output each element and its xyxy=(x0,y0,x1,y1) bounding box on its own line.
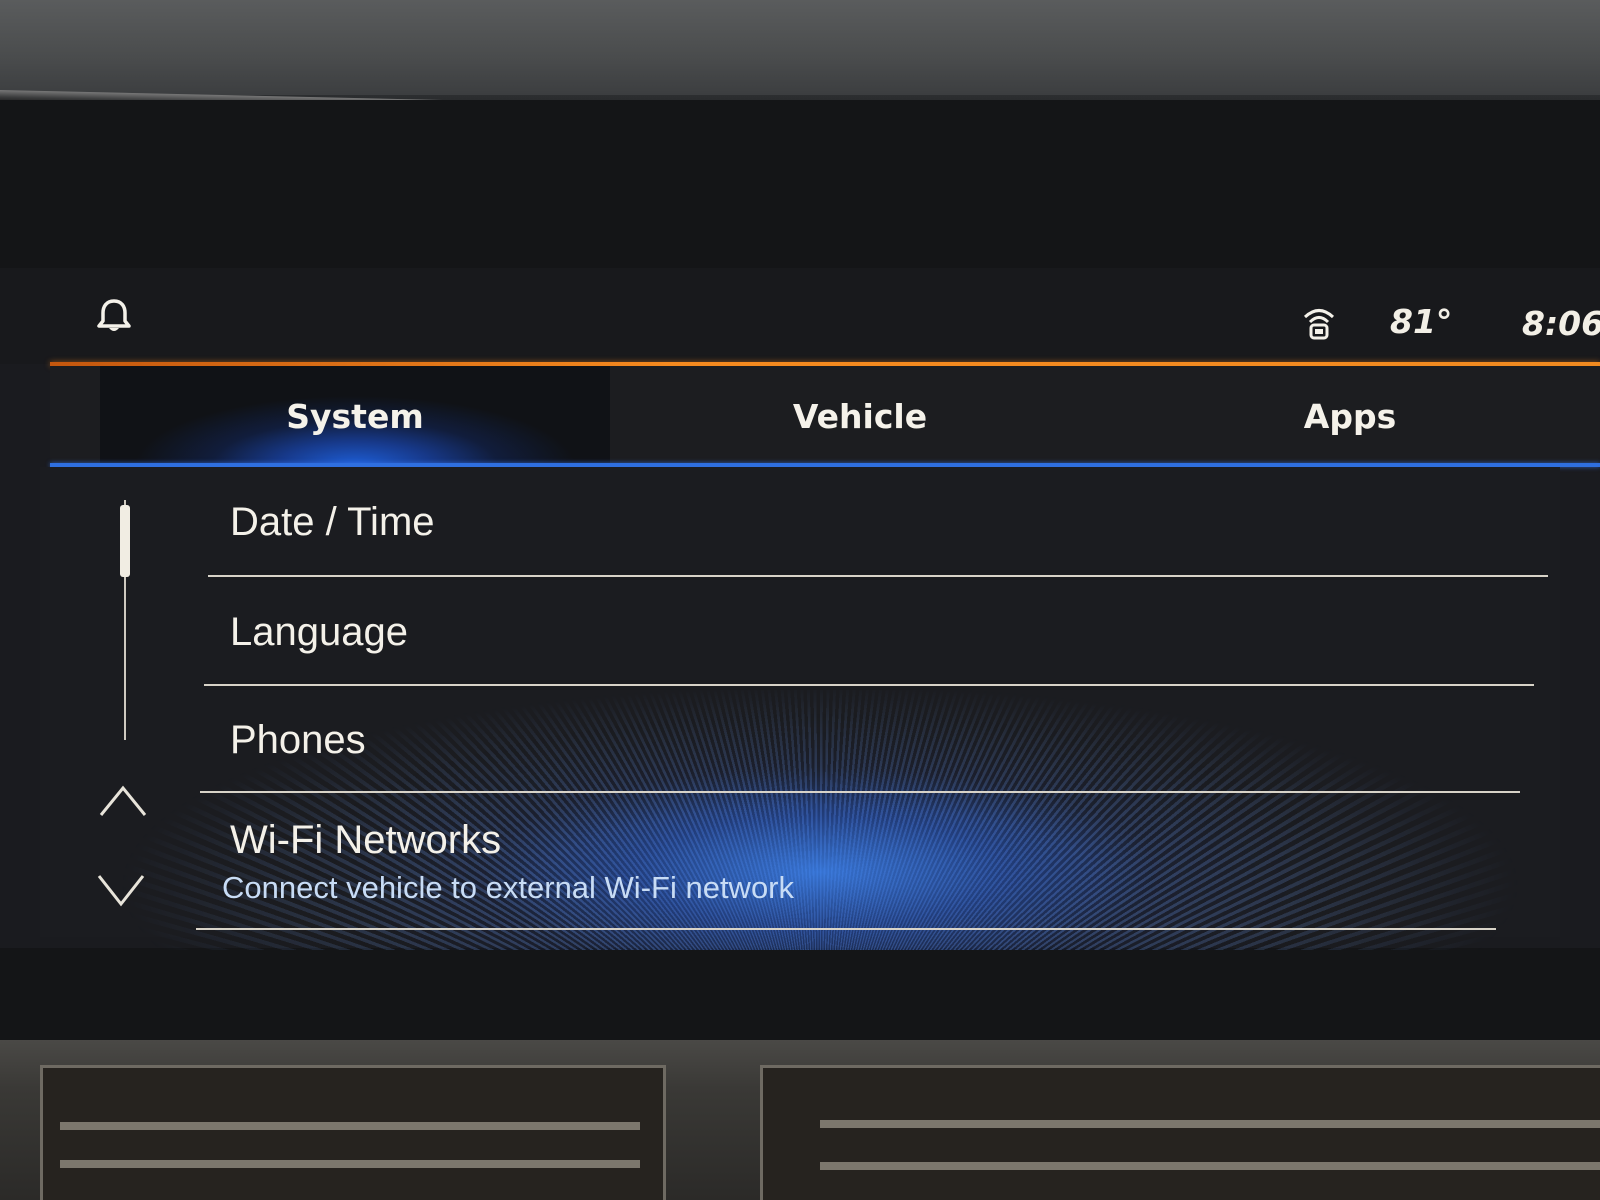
tab-apps-label: Apps xyxy=(1303,396,1397,436)
photo-scene: 81° 8:06 System Vehicle Apps Date / Time… xyxy=(0,0,1600,1200)
bell-icon[interactable] xyxy=(94,298,134,334)
scroll-down-icon[interactable] xyxy=(96,872,146,908)
right-air-vent xyxy=(760,1065,1600,1200)
left-air-vent xyxy=(40,1065,666,1200)
tab-vehicle-label: Vehicle xyxy=(792,396,928,436)
status-bar xyxy=(0,268,1600,364)
list-divider xyxy=(200,791,1520,793)
list-divider xyxy=(204,684,1534,686)
list-item-language[interactable]: Language xyxy=(200,582,1540,682)
dashboard-top-surface xyxy=(0,0,1600,95)
vent-slat xyxy=(60,1160,640,1168)
vent-slat xyxy=(820,1120,1600,1128)
wifi-status-icon xyxy=(1303,309,1335,340)
outside-temperature: 81° xyxy=(1390,302,1453,341)
list-item-subtitle: Connect vehicle to external Wi-Fi networ… xyxy=(222,870,795,905)
tab-apps[interactable]: Apps xyxy=(1100,366,1600,466)
scrollbar-thumb[interactable] xyxy=(120,505,130,577)
scroll-up-icon[interactable] xyxy=(98,784,148,818)
vent-slat xyxy=(820,1162,1600,1170)
vent-slat xyxy=(60,1122,640,1130)
tab-vehicle[interactable]: Vehicle xyxy=(610,366,1110,466)
list-item-label: Phones xyxy=(230,718,366,762)
tab-system[interactable]: System xyxy=(100,366,610,466)
list-item-label: Language xyxy=(230,610,408,654)
tab-system-label: System xyxy=(286,396,424,436)
list-item-phones[interactable]: Phones xyxy=(200,690,1540,790)
list-item-wifi-networks[interactable]: Wi-Fi Networks Connect vehicle to extern… xyxy=(200,798,1540,918)
list-item-date-time[interactable]: Date / Time xyxy=(200,478,1540,578)
list-divider xyxy=(196,928,1496,930)
list-divider xyxy=(208,575,1548,577)
list-item-label: Wi-Fi Networks xyxy=(230,818,502,862)
clock: 8:06 xyxy=(1522,304,1600,343)
list-item-label: Date / Time xyxy=(230,500,435,544)
